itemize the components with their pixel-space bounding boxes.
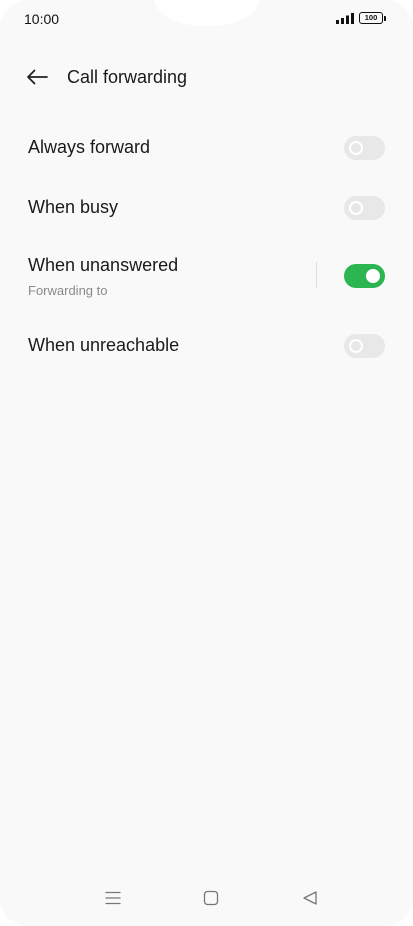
setting-when-unreachable[interactable]: When unreachable [0,316,413,376]
phone-screen: 10:00 100 Call forwarding Always forward [0,0,413,926]
back-button[interactable] [22,62,52,92]
menu-icon [105,891,121,905]
always-forward-toggle[interactable] [344,136,385,160]
toggle-knob [366,269,380,283]
back-triangle-icon [303,891,317,905]
app-header: Call forwarding [0,58,413,96]
setting-title: When unanswered [28,255,179,275]
home-button[interactable] [197,884,225,912]
setting-when-unanswered[interactable]: When unanswered Forwarding to [0,238,413,316]
signal-icon [336,12,354,24]
battery-level: 100 [364,13,378,22]
toggle-knob [349,339,363,353]
setting-when-busy[interactable]: When busy [0,178,413,238]
settings-list: Always forward When busy When unanswered… [0,118,413,376]
nav-back-button[interactable] [296,884,324,912]
setting-title: When unreachable [28,335,180,355]
battery-icon: 100 [359,12,386,24]
recent-apps-button[interactable] [99,884,127,912]
home-icon [203,890,219,906]
toggle-knob [349,141,363,155]
when-unreachable-toggle[interactable] [344,334,385,358]
when-unanswered-toggle[interactable] [344,264,385,288]
setting-subtitle: Forwarding to [28,283,108,298]
page-title: Call forwarding [67,67,188,87]
setting-title: When busy [28,197,119,217]
status-time: 10:00 [24,11,60,27]
status-icons: 100 [336,12,386,24]
status-bar: 10:00 100 [0,0,413,36]
arrow-left-icon [27,69,48,85]
setting-title: Always forward [28,137,151,157]
when-busy-toggle[interactable] [344,196,385,220]
navigation-bar [0,870,413,926]
vertical-divider [316,262,317,288]
toggle-knob [349,201,363,215]
setting-always-forward[interactable]: Always forward [0,118,413,178]
